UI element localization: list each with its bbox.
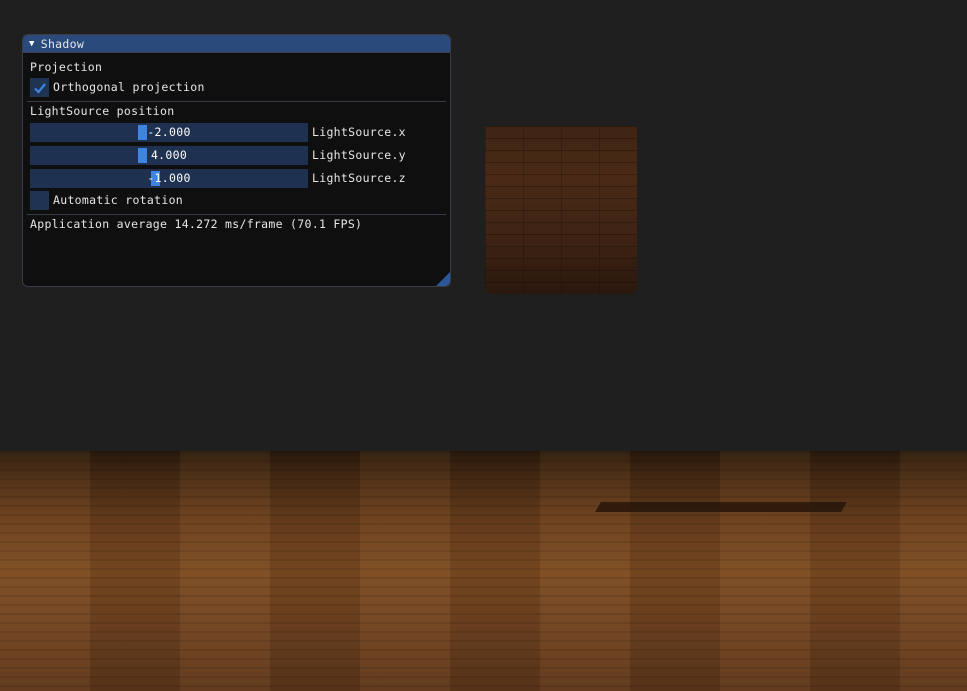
lightsource-header: LightSource position <box>30 104 175 118</box>
automatic-rotation-label: Automatic rotation <box>53 193 184 207</box>
crate-shadow <box>595 502 847 512</box>
lightsource-z-label: LightSource.z <box>312 171 406 185</box>
separator <box>27 214 446 215</box>
slider-value: -2.000 <box>147 125 191 139</box>
lightsource-y-slider[interactable]: 4.000 <box>30 146 308 165</box>
checkmark-icon <box>33 82 46 94</box>
slider-value: -1.000 <box>147 171 191 185</box>
resize-grip-icon[interactable] <box>436 272 450 286</box>
fps-status: Application average 14.272 ms/frame (70.… <box>30 217 363 231</box>
slider-value: 4.000 <box>150 148 188 162</box>
separator <box>27 101 446 102</box>
collapse-arrow-icon[interactable]: ▼ <box>29 39 35 49</box>
window-titlebar[interactable]: ▼ Shadow <box>23 35 450 53</box>
window-title: Shadow <box>40 36 85 51</box>
lightsource-x-label: LightSource.x <box>312 125 406 139</box>
automatic-rotation-checkbox[interactable] <box>30 191 49 210</box>
lightsource-x-slider[interactable]: -2.000 <box>30 123 308 142</box>
orthogonal-projection-checkbox[interactable] <box>30 78 49 97</box>
wooden-crate <box>485 126 637 294</box>
lightsource-z-slider[interactable]: -1.000 <box>30 169 308 188</box>
orthogonal-projection-label: Orthogonal projection <box>53 80 205 94</box>
lightsource-y-label: LightSource.y <box>312 148 406 162</box>
wood-floor <box>0 451 967 691</box>
projection-header: Projection <box>30 60 103 74</box>
shadow-window[interactable]: ▼ Shadow Projection Orthogonal projectio… <box>22 34 451 287</box>
